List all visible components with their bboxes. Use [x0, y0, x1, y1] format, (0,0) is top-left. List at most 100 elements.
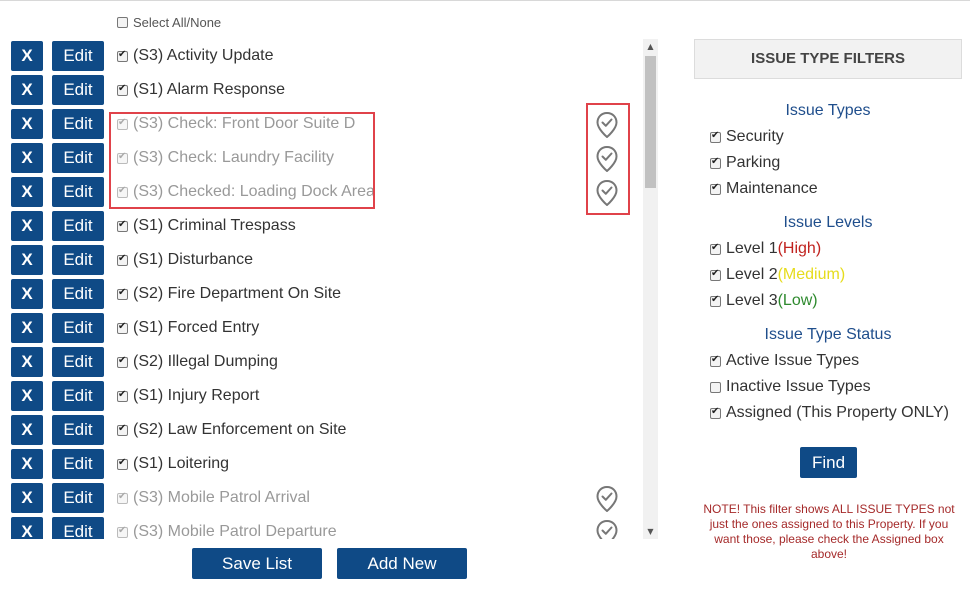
row-label-container: (S1) Loitering: [117, 449, 229, 479]
level-tag: (Medium): [777, 266, 846, 283]
select-all-label: Select All/None: [133, 15, 222, 30]
delete-button[interactable]: X: [11, 313, 43, 343]
row-checkbox[interactable]: [117, 389, 128, 402]
delete-button[interactable]: X: [11, 75, 43, 105]
edit-button[interactable]: Edit: [52, 381, 104, 411]
list-row: X Edit (S3) Mobile Patrol Departure: [11, 517, 631, 539]
select-all-toggle[interactable]: Select All/None: [117, 15, 221, 30]
row-checkbox[interactable]: [117, 287, 128, 300]
row-checkbox: [117, 491, 128, 504]
issue-status-title: Issue Type Status: [764, 326, 892, 343]
row-checkbox[interactable]: [117, 423, 128, 436]
issue_types-label: Maintenance: [726, 180, 818, 197]
status-label: Active Issue Types: [726, 352, 860, 369]
delete-button[interactable]: X: [11, 177, 43, 207]
edit-button[interactable]: Edit: [52, 517, 104, 539]
status-filter-item[interactable]: Inactive Issue Types: [710, 378, 871, 396]
issue_types-filter-item[interactable]: Maintenance: [710, 180, 818, 198]
issue_levels-label: Level 1: [726, 240, 778, 257]
delete-button[interactable]: X: [11, 245, 43, 275]
edit-button[interactable]: Edit: [52, 109, 104, 139]
edit-button[interactable]: Edit: [52, 483, 104, 513]
find-button[interactable]: Find: [800, 447, 857, 478]
issue_levels-filter-item[interactable]: Level 3 (Low): [710, 292, 818, 310]
row-label: (S2) Illegal Dumping: [133, 353, 278, 370]
list-row: X Edit (S1) Criminal Trespass: [11, 211, 631, 241]
issue_types-checkbox[interactable]: [710, 130, 721, 143]
list-row: X Edit (S1) Loitering: [11, 449, 631, 479]
issue_types-checkbox[interactable]: [710, 156, 721, 169]
edit-button[interactable]: Edit: [52, 143, 104, 173]
row-label-container: (S1) Forced Entry: [117, 313, 259, 343]
row-checkbox[interactable]: [117, 321, 128, 334]
row-checkbox[interactable]: [117, 457, 128, 470]
row-checkbox[interactable]: [117, 253, 128, 266]
row-label: (S1) Injury Report: [133, 387, 260, 404]
delete-button[interactable]: X: [11, 347, 43, 377]
top-divider: [0, 0, 970, 1]
location-check-icon[interactable]: [596, 519, 618, 539]
row-checkbox[interactable]: [117, 83, 128, 96]
status-filter-item[interactable]: Assigned (This Property ONLY): [710, 404, 949, 422]
status-filter-item[interactable]: Active Issue Types: [710, 352, 859, 370]
row-checkbox: [117, 525, 128, 538]
edit-button[interactable]: Edit: [52, 177, 104, 207]
list-row: X Edit (S3) Mobile Patrol Arrival: [11, 483, 631, 513]
delete-button[interactable]: X: [11, 517, 43, 539]
row-label-container: (S2) Illegal Dumping: [117, 347, 278, 377]
edit-button[interactable]: Edit: [52, 313, 104, 343]
edit-button[interactable]: Edit: [52, 211, 104, 241]
issue_levels-checkbox[interactable]: [710, 294, 721, 307]
delete-button[interactable]: X: [11, 41, 43, 71]
save-list-button[interactable]: Save List: [192, 548, 322, 579]
delete-button[interactable]: X: [11, 415, 43, 445]
delete-button[interactable]: X: [11, 143, 43, 173]
select-all-checkbox[interactable]: [117, 17, 128, 28]
list-scrollbar[interactable]: ▲ ▼: [643, 39, 658, 539]
issue_levels-label: Level 2: [726, 266, 778, 283]
delete-button[interactable]: X: [11, 279, 43, 309]
row-checkbox[interactable]: [117, 219, 128, 232]
issue_types-filter-item[interactable]: Parking: [710, 154, 780, 172]
edit-button[interactable]: Edit: [52, 347, 104, 377]
edit-button[interactable]: Edit: [52, 415, 104, 445]
location-check-icon[interactable]: [596, 485, 618, 513]
issue_types-label: Parking: [726, 154, 781, 171]
issue_levels-filter-item[interactable]: Level 1 (High): [710, 240, 821, 258]
row-label-container: (S3) Mobile Patrol Departure: [117, 517, 337, 539]
row-label: (S3) Mobile Patrol Arrival: [133, 489, 310, 506]
issue_types-checkbox[interactable]: [710, 182, 721, 195]
issue_types-filter-item[interactable]: Security: [710, 128, 784, 146]
row-label: (S2) Fire Department On Site: [133, 285, 342, 302]
edit-button[interactable]: Edit: [52, 245, 104, 275]
list-row: X Edit (S3) Activity Update: [11, 41, 631, 71]
row-checkbox[interactable]: [117, 355, 128, 368]
delete-button[interactable]: X: [11, 449, 43, 479]
delete-button[interactable]: X: [11, 483, 43, 513]
scroll-down-arrow-icon[interactable]: ▼: [643, 524, 658, 539]
scroll-up-arrow-icon[interactable]: ▲: [643, 39, 658, 54]
status-label: Assigned (This Property ONLY): [726, 404, 949, 421]
row-label: (S2) Law Enforcement on Site: [133, 421, 347, 438]
edit-button[interactable]: Edit: [52, 75, 104, 105]
highlight-box-icons: [586, 103, 630, 215]
issue_levels-checkbox[interactable]: [710, 268, 721, 281]
issue_levels-checkbox[interactable]: [710, 242, 721, 255]
delete-button[interactable]: X: [11, 211, 43, 241]
list-row: X Edit (S2) Fire Department On Site: [11, 279, 631, 309]
row-checkbox[interactable]: [117, 49, 128, 62]
status-checkbox[interactable]: [710, 406, 721, 419]
delete-button[interactable]: X: [11, 381, 43, 411]
edit-button[interactable]: Edit: [52, 41, 104, 71]
scroll-thumb[interactable]: [645, 56, 656, 188]
row-label: (S3) Activity Update: [133, 47, 274, 64]
list-row: X Edit (S1) Injury Report: [11, 381, 631, 411]
edit-button[interactable]: Edit: [52, 279, 104, 309]
status-checkbox[interactable]: [710, 381, 721, 393]
delete-button[interactable]: X: [11, 109, 43, 139]
level-tag: (Low): [777, 292, 818, 309]
status-checkbox[interactable]: [710, 354, 721, 367]
add-new-button[interactable]: Add New: [337, 548, 467, 579]
issue_levels-filter-item[interactable]: Level 2 (Medium): [710, 266, 845, 284]
edit-button[interactable]: Edit: [52, 449, 104, 479]
